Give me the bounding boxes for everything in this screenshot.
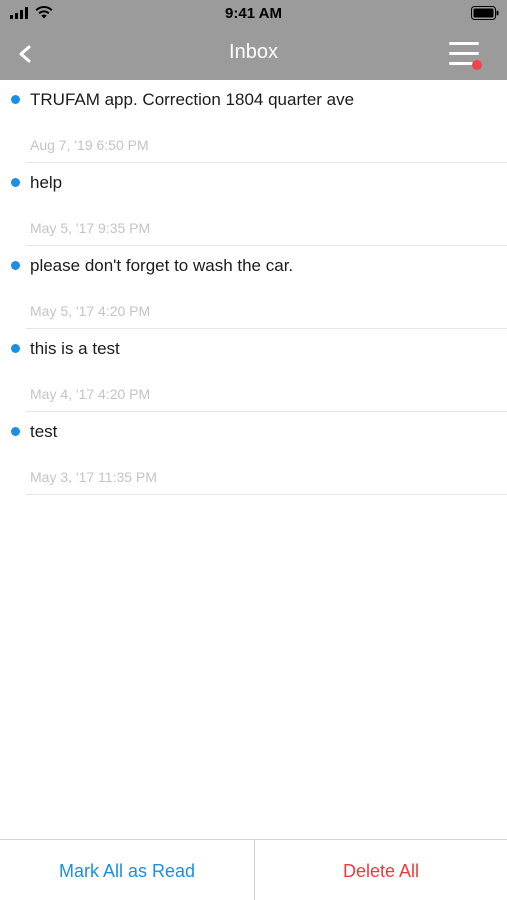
unread-dot-icon — [11, 261, 20, 270]
unread-dot-icon — [11, 178, 20, 187]
list-item[interactable]: help May 5, '17 9:35 PM — [0, 163, 507, 246]
status-bar: 9:41 AM — [0, 0, 507, 28]
unread-dot-icon — [11, 427, 20, 436]
delete-all-button[interactable]: Delete All — [255, 840, 507, 900]
unread-dot-icon — [11, 344, 20, 353]
hamburger-menu-icon — [449, 42, 482, 70]
list-item[interactable]: test May 3, '17 11:35 PM — [0, 412, 507, 495]
message-text: test — [30, 422, 58, 441]
unread-dot-icon — [11, 95, 20, 104]
message-date: Aug 7, '19 6:50 PM — [30, 137, 149, 153]
message-text: this is a test — [30, 339, 120, 358]
header: 9:41 AM Inbox — [0, 0, 507, 80]
message-date: May 3, '17 11:35 PM — [30, 469, 157, 485]
message-date: May 4, '17 4:20 PM — [30, 386, 151, 402]
battery-icon — [471, 6, 499, 20]
page-title: Inbox — [229, 41, 278, 63]
menu-button[interactable] — [445, 38, 483, 72]
message-text: help — [30, 173, 63, 192]
notification-badge — [472, 60, 482, 70]
divider — [26, 494, 507, 495]
status-time: 9:41 AM — [225, 5, 282, 22]
inbox-screen: 9:41 AM Inbox TRUFAM app. Correction 180… — [0, 0, 507, 900]
list-item[interactable]: TRUFAM app. Correction 1804 quarter ave … — [0, 80, 507, 163]
message-text: TRUFAM app. Correction 1804 quarter ave — [30, 90, 355, 109]
list-item[interactable]: this is a test May 4, '17 4:20 PM — [0, 329, 507, 412]
message-text: please don't forget to wash the car. — [30, 256, 294, 275]
message-list: TRUFAM app. Correction 1804 quarter ave … — [0, 80, 507, 495]
message-date: May 5, '17 4:20 PM — [30, 303, 151, 319]
list-item[interactable]: please don't forget to wash the car. May… — [0, 246, 507, 329]
nav-bar: Inbox — [0, 28, 507, 80]
mark-all-read-button[interactable]: Mark All as Read — [0, 840, 254, 900]
message-date: May 5, '17 9:35 PM — [30, 220, 151, 236]
bottom-action-bar: Mark All as Read Delete All — [0, 839, 507, 900]
